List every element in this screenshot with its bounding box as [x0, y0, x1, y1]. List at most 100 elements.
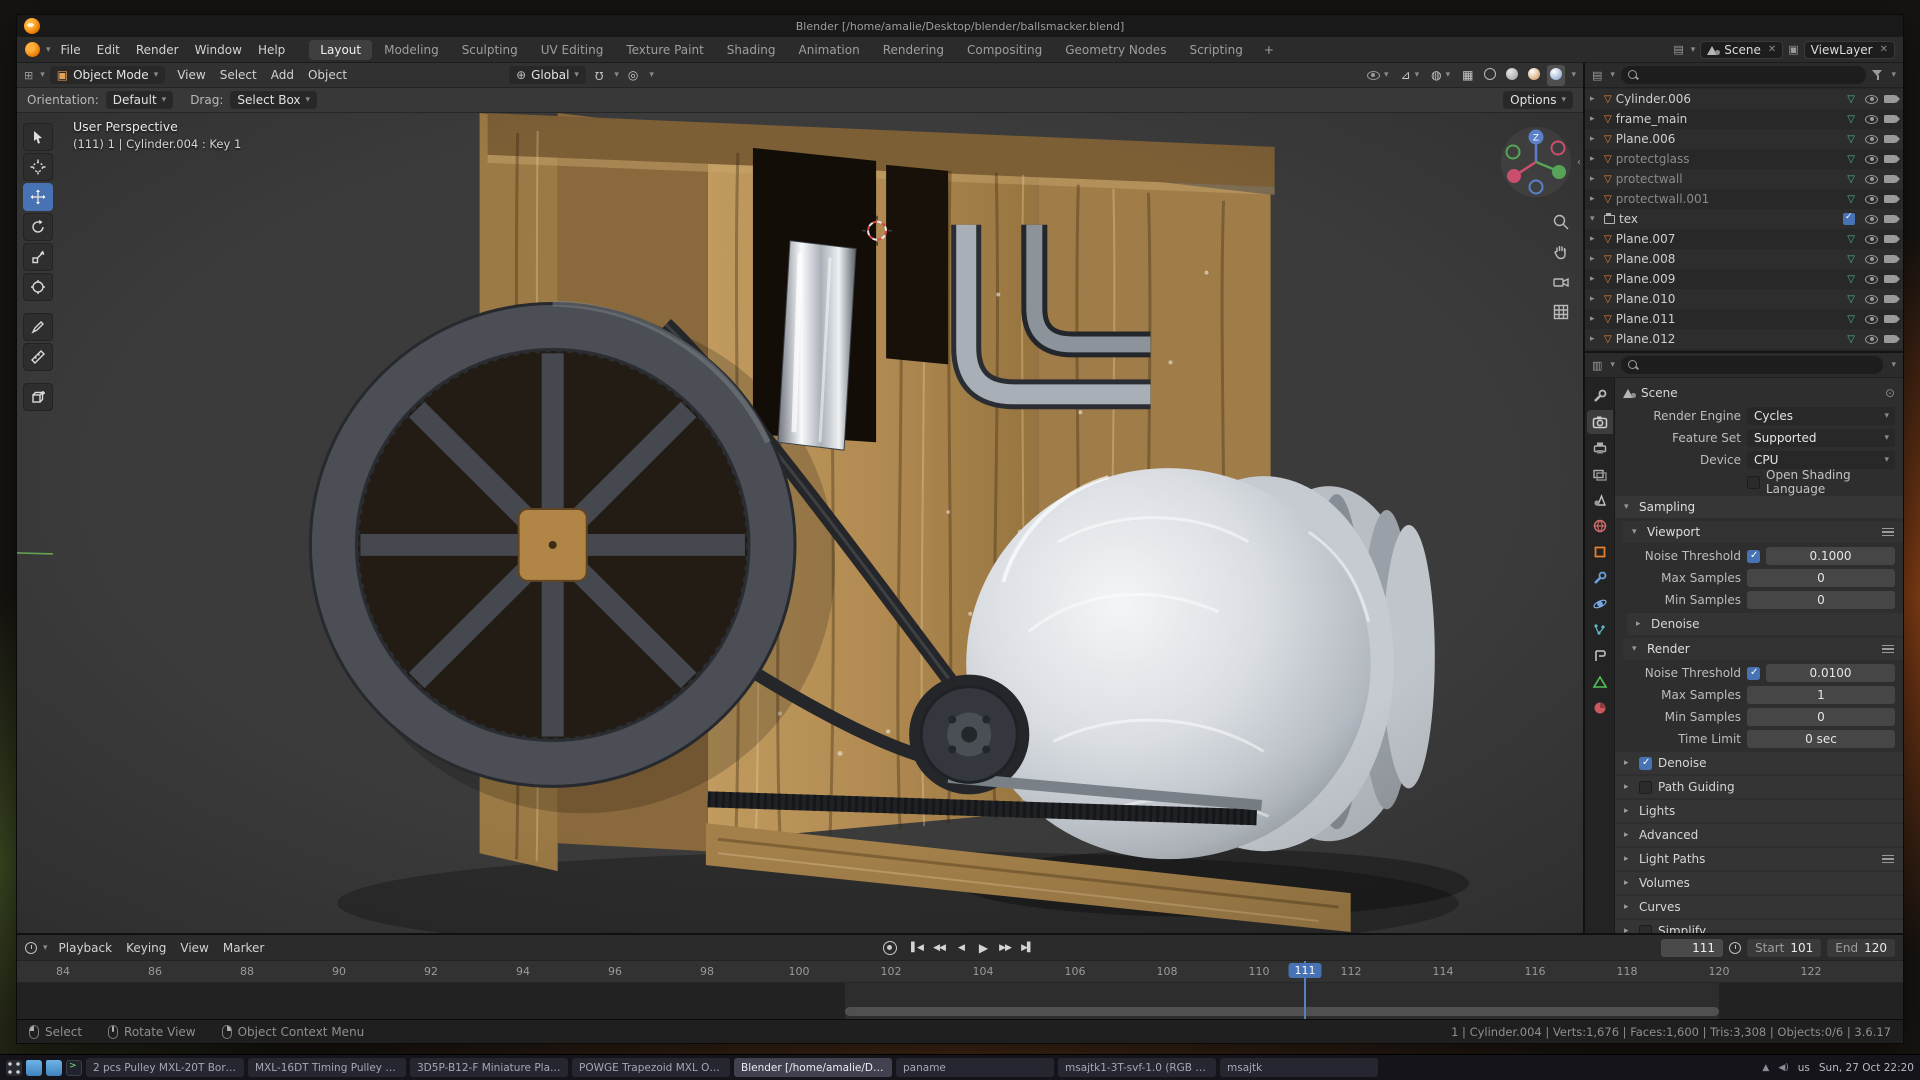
- add-workspace-button[interactable]: +: [1256, 40, 1282, 60]
- options-dropdown[interactable]: Options: [1503, 91, 1573, 109]
- object-name[interactable]: Plane.008: [1616, 252, 1676, 266]
- editor-type-icon[interactable]: ⊞: [24, 69, 33, 82]
- world-properties-tab[interactable]: [1587, 514, 1613, 538]
- disclosure-triangle-icon[interactable]: ▸: [1590, 114, 1600, 124]
- hide-in-viewport-icon[interactable]: [1865, 215, 1878, 224]
- hide-in-viewport-icon[interactable]: [1865, 235, 1878, 244]
- outliner-item[interactable]: ▸ ▽ Plane.011 ▽: [1585, 309, 1903, 329]
- viewport-max-samples-value[interactable]: 0: [1747, 569, 1895, 587]
- hide-in-viewport-icon[interactable]: [1865, 135, 1878, 144]
- render-properties-tab[interactable]: [1587, 410, 1613, 434]
- editor-type-icon[interactable]: [25, 942, 37, 954]
- render-max-samples-value[interactable]: 1: [1747, 686, 1895, 704]
- disclosure-triangle-icon[interactable]: ▸: [1590, 234, 1600, 244]
- taskbar-window-button[interactable]: Blender [/home/amalie/Desktop/ble...: [734, 1058, 892, 1077]
- render-noise-threshold-checkbox[interactable]: [1747, 667, 1760, 680]
- taskbar-window-button[interactable]: 2 pcs Pulley MXL-20T Bore 4/5...: [86, 1058, 244, 1077]
- constraint-properties-tab[interactable]: [1587, 644, 1613, 668]
- sidebar-collapse-arrow[interactable]: ‹: [1577, 157, 1581, 168]
- collapsed-panel[interactable]: ▸ Advanced: [1615, 824, 1903, 846]
- disable-in-render-icon[interactable]: [1884, 235, 1896, 243]
- shading-material-button[interactable]: [1525, 65, 1543, 86]
- viewport-menu-item[interactable]: Object: [301, 66, 354, 84]
- cursor-tool[interactable]: [23, 153, 53, 181]
- jump-to-start-button[interactable]: ▌◀: [907, 939, 927, 957]
- render-noise-threshold-value[interactable]: 0.0100: [1766, 664, 1895, 682]
- object-name[interactable]: Plane.012: [1616, 332, 1676, 346]
- overlays-toggle[interactable]: ◍▾: [1427, 66, 1454, 84]
- outliner-item[interactable]: ▸ ▽ Plane.006 ▽: [1585, 129, 1903, 149]
- disable-in-render-icon[interactable]: [1884, 115, 1896, 123]
- snap-toggle[interactable]: Ω: [591, 67, 607, 84]
- grid-ortho-icon[interactable]: [1552, 303, 1570, 324]
- timeline-body[interactable]: 8486889092949698100102104106108110112114…: [17, 961, 1903, 1019]
- keyboard-layout-indicator[interactable]: us: [1798, 1062, 1810, 1074]
- timeline-menu-item[interactable]: Playback: [52, 939, 120, 957]
- disclosure-triangle-icon[interactable]: ▸: [1590, 334, 1600, 344]
- hide-in-viewport-icon[interactable]: [1865, 275, 1878, 284]
- network-icon[interactable]: ▲: [1762, 1063, 1769, 1073]
- collapsed-panel[interactable]: ▸ Denoise: [1615, 752, 1903, 774]
- object-name[interactable]: protectwall.001: [1616, 192, 1710, 206]
- outliner-item[interactable]: ▸ ▽ Plane.007 ▽: [1585, 229, 1903, 249]
- blender-menu-icon[interactable]: [25, 42, 40, 57]
- panel-menu-icon[interactable]: [1882, 528, 1894, 536]
- frame-start-field[interactable]: Start101: [1747, 939, 1821, 957]
- volume-icon[interactable]: ◀): [1778, 1063, 1788, 1073]
- workspace-tab[interactable]: Texture Paint: [615, 40, 714, 60]
- proportional-editing-toggle[interactable]: ◎: [624, 66, 642, 84]
- pin-icon[interactable]: ⊙: [1885, 386, 1895, 400]
- workspace-tab[interactable]: Animation: [788, 40, 871, 60]
- scene-properties-tab[interactable]: [1587, 488, 1613, 512]
- menu-item[interactable]: Edit: [89, 41, 128, 59]
- osl-checkbox[interactable]: [1747, 476, 1760, 489]
- hide-in-viewport-icon[interactable]: [1865, 175, 1878, 184]
- current-frame-field[interactable]: 111: [1661, 939, 1723, 957]
- terminal-icon[interactable]: [66, 1060, 82, 1076]
- workspace-tab[interactable]: Scripting: [1178, 40, 1253, 60]
- workspace-tab[interactable]: Rendering: [872, 40, 955, 60]
- browse-scene-icon[interactable]: ▤: [1673, 43, 1683, 56]
- outliner-item[interactable]: ▸ ▽ protectwall.001 ▽: [1585, 189, 1903, 209]
- previous-keyframe-button[interactable]: ◀◀: [929, 939, 949, 957]
- taskbar-window-button[interactable]: MXL-16DT Timing Pulley Bore siz...: [248, 1058, 406, 1077]
- timeline-menu-item[interactable]: View: [173, 939, 215, 957]
- taskbar-window-button[interactable]: POWGE Trapezoid MXL Open (timi...: [572, 1058, 730, 1077]
- visibility-dropdown[interactable]: ▾: [1363, 68, 1393, 82]
- outliner-item[interactable]: ▸ ▽ Plane.012 ▽: [1585, 329, 1903, 349]
- viewport-denoise-panel[interactable]: ▸ Denoise: [1627, 613, 1903, 635]
- outliner-item[interactable]: ▸ ▽ Plane.009 ▽: [1585, 269, 1903, 289]
- camera-view-icon[interactable]: [1552, 273, 1570, 294]
- xray-toggle[interactable]: ▦: [1458, 66, 1477, 84]
- collapsed-panel[interactable]: ▸ Volumes: [1615, 872, 1903, 894]
- disclosure-triangle-icon[interactable]: ▸: [1590, 174, 1600, 184]
- object-properties-tab[interactable]: [1587, 540, 1613, 564]
- modifier-properties-tab[interactable]: [1587, 566, 1613, 590]
- object-name[interactable]: Plane.010: [1616, 292, 1676, 306]
- viewport-menu-item[interactable]: View: [170, 66, 212, 84]
- taskbar-window-button[interactable]: msajtk: [1220, 1058, 1378, 1077]
- workspace-tab[interactable]: Compositing: [956, 40, 1053, 60]
- add-cube-tool[interactable]: [23, 383, 53, 411]
- measure-tool[interactable]: [23, 343, 53, 371]
- viewlayer-browse-icon[interactable]: ▣: [1788, 43, 1798, 56]
- menu-item[interactable]: Help: [250, 41, 293, 59]
- render-engine-select[interactable]: Cycles: [1747, 407, 1895, 425]
- menu-item[interactable]: File: [53, 41, 89, 59]
- collapsed-panel[interactable]: ▸ Curves: [1615, 896, 1903, 918]
- object-name[interactable]: protectglass: [1616, 152, 1690, 166]
- outliner-item[interactable]: ▸ ▽ Plane.010 ▽: [1585, 289, 1903, 309]
- render-min-samples-value[interactable]: 0: [1747, 708, 1895, 726]
- panel-checkbox[interactable]: [1639, 757, 1652, 770]
- hide-in-viewport-icon[interactable]: [1865, 255, 1878, 264]
- disable-in-render-icon[interactable]: [1884, 215, 1896, 223]
- close-icon[interactable]: ✕: [1880, 44, 1888, 55]
- close-icon[interactable]: ✕: [1768, 44, 1776, 55]
- outliner-search-input[interactable]: [1621, 66, 1867, 84]
- viewport-min-samples-value[interactable]: 0: [1747, 591, 1895, 609]
- shading-wireframe-button[interactable]: [1481, 65, 1499, 86]
- object-name[interactable]: Cylinder.006: [1616, 92, 1691, 106]
- object-name[interactable]: frame_main: [1616, 112, 1688, 126]
- filter-icon[interactable]: [1872, 70, 1883, 80]
- workspace-tab[interactable]: Modeling: [373, 40, 450, 60]
